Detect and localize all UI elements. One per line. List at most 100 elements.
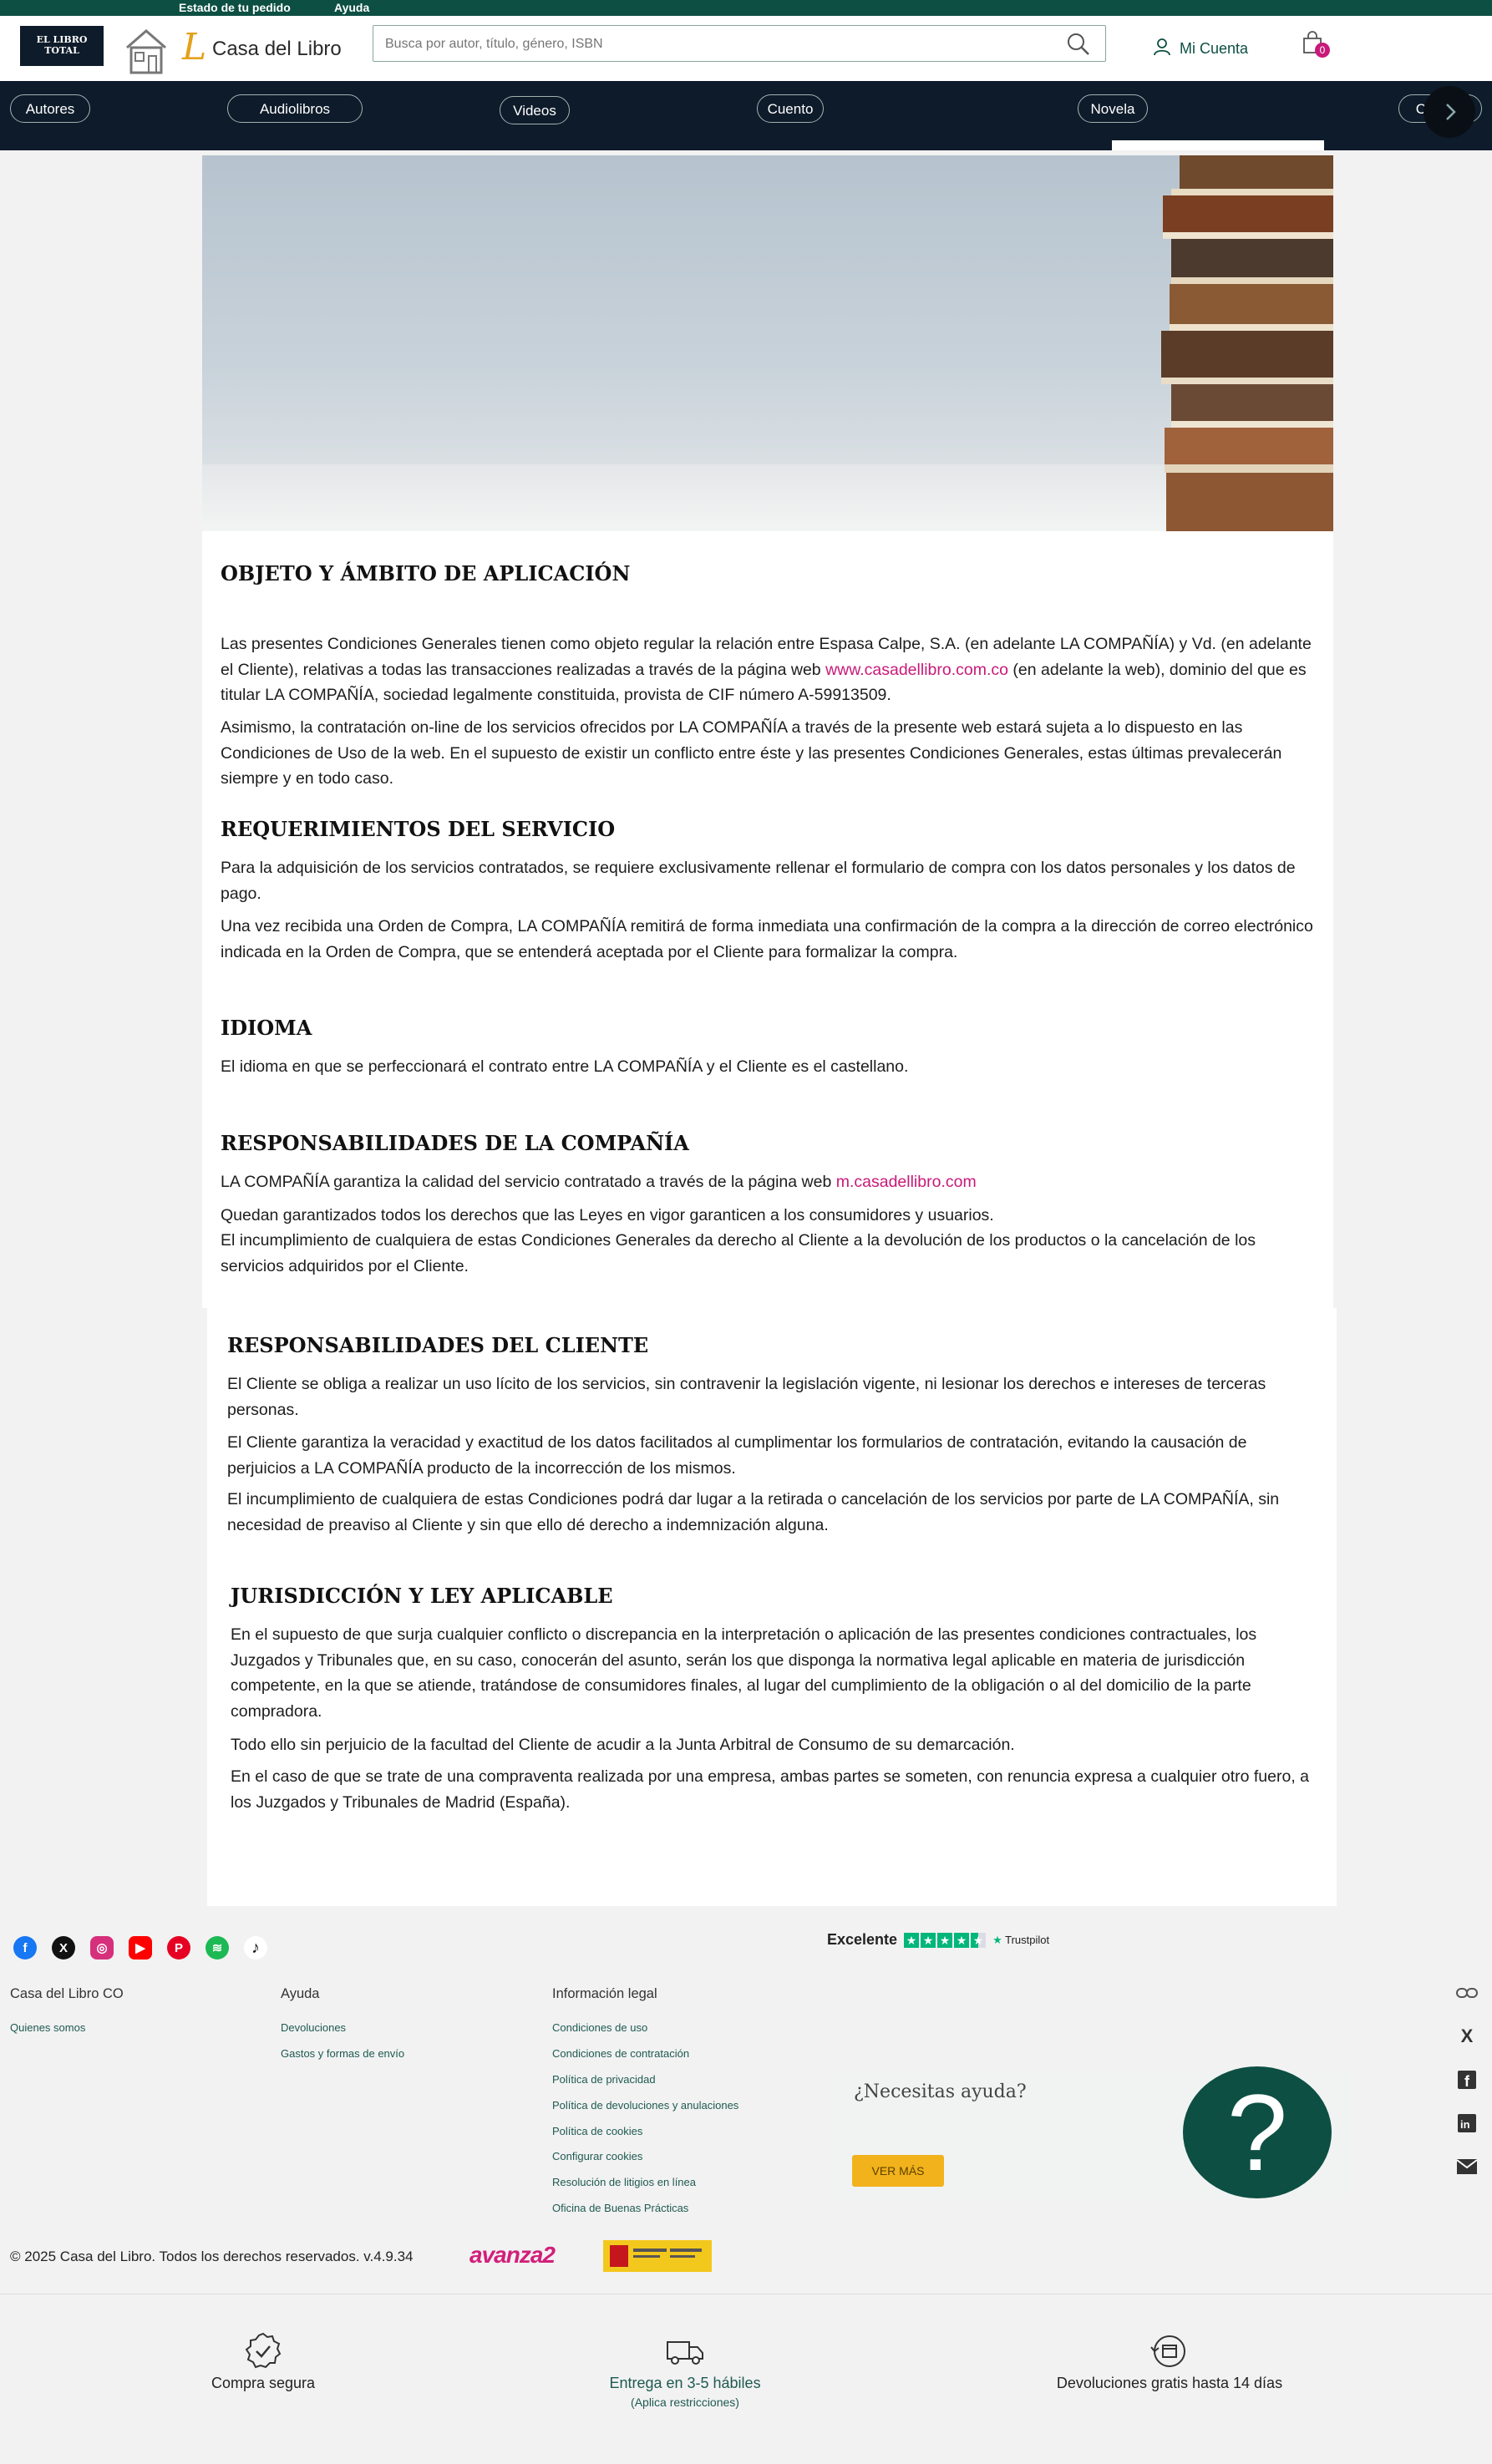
terms-content: OBJETO Y ÁMBITO DE APLICACIÓN Las presen… [202, 531, 1333, 1308]
trustpilot-stars: ★ ★ ★ ★ ★ [904, 1932, 987, 1948]
user-icon [1153, 38, 1171, 60]
help-question: ¿Necesitas ayuda? [854, 2081, 1027, 2102]
header: EL LIBRO TOTAL L Casa del Libro Mi Cuent… [0, 16, 1492, 82]
facebook-share-icon[interactable]: f [1455, 2068, 1479, 2091]
social-links: f X ◎ ▶ P ≋ ♪ [13, 1936, 267, 1960]
youtube-icon[interactable]: ▶ [129, 1936, 152, 1960]
feature-delivery: Entrega en 3-5 hábiles (Aplica restricci… [585, 2332, 785, 2409]
link-icon[interactable] [1455, 1981, 1479, 2005]
order-status-link[interactable]: Estado de tu pedido [179, 1, 291, 14]
compania-paragraph-2: Quedan garantizados todos los derechos q… [221, 1206, 994, 1224]
facebook-icon[interactable]: f [13, 1936, 37, 1960]
section-title-compania: RESPONSABILIDADES DE LA COMPAÑÍA [221, 1131, 689, 1155]
category-nav: Autores Audiolibros Videos Cuento Novela… [0, 81, 1492, 150]
section-title-requerimientos: REQUERIMIENTOS DEL SERVICIO [221, 817, 616, 841]
mobile-site-link[interactable]: m.casadellibro.com [836, 1173, 977, 1191]
objeto-paragraph-2: Asimismo, la contratación on-line de los… [221, 718, 1282, 788]
email-share-icon[interactable] [1455, 2155, 1479, 2178]
footer-link-buenas-practicas[interactable]: Oficina de Buenas Prácticas [552, 2202, 688, 2214]
search-input[interactable] [383, 31, 1055, 58]
requerimientos-paragraph-1: Para la adquisición de los servicios con… [221, 859, 1296, 903]
feature-secure-purchase: Compra segura [192, 2332, 334, 2392]
footer-link-condiciones-contratacion[interactable]: Condiciones de contratación [552, 2047, 689, 2060]
nav-item-cuento[interactable]: Cuento [757, 94, 824, 123]
footer-link-quienes-somos[interactable]: Quienes somos [10, 2021, 85, 2034]
feature-free-returns: Devoluciones gratis hasta 14 días [1044, 2332, 1295, 2392]
jurisdiccion-paragraph-2: Todo ello sin perjuicio de la facultad d… [231, 1736, 1015, 1754]
footer-link-devoluciones[interactable]: Devoluciones [281, 2021, 346, 2034]
brand-name: Casa del Libro [212, 38, 342, 60]
delivery-truck-icon [667, 2341, 703, 2365]
spotify-icon[interactable]: ≋ [206, 1936, 229, 1960]
shield-check-icon [245, 2332, 282, 2369]
nav-item-novela[interactable]: Novela [1078, 94, 1148, 123]
search-icon[interactable] [1067, 33, 1090, 60]
section-title-objeto: OBJETO Y ÁMBITO DE APLICACIÓN [221, 561, 631, 586]
x-share-icon[interactable]: X [1455, 2025, 1479, 2048]
help-question-icon[interactable]: ? [1183, 2066, 1332, 2198]
terms-content-2: RESPONSABILIDADES DEL CLIENTE El Cliente… [207, 1308, 1337, 1906]
footer-col-title-ayuda: Ayuda [281, 1986, 320, 2001]
compania-paragraph-1: LA COMPAÑÍA garantiza la calidad del ser… [221, 1173, 977, 1191]
jurisdiccion-paragraph-1: En el supuesto de que surja cualquier co… [231, 1625, 1257, 1721]
footer-link-condiciones-uso[interactable]: Condiciones de uso [552, 2021, 647, 2034]
books-stack-image [1161, 155, 1333, 531]
tiktok-icon[interactable]: ♪ [244, 1936, 267, 1960]
requerimientos-paragraph-2: Una vez recibida una Orden de Compra, LA… [221, 917, 1313, 961]
cliente-paragraph-2: El Cliente garantiza la veracidad y exac… [227, 1433, 1247, 1478]
brand-mark: L [182, 26, 207, 68]
partner-logo[interactable]: EL LIBRO TOTAL [20, 26, 104, 66]
copyright-text: © 2025 Casa del Libro. Todos los derecho… [10, 2249, 414, 2264]
cliente-paragraph-3: El incumplimiento de cualquiera de estas… [227, 1490, 1280, 1534]
search-bar [373, 25, 1106, 62]
footer-col-title-company: Casa del Libro CO [10, 1986, 124, 2001]
cart-count-badge: 0 [1315, 43, 1330, 58]
trustpilot-logo: ★ Trustpilot [992, 1933, 1050, 1946]
svg-text:in: in [1460, 2118, 1470, 2131]
section-title-cliente: RESPONSABILIDADES DEL CLIENTE [227, 1333, 649, 1357]
feature-delivery-label: Entrega en 3-5 hábiles [609, 2375, 761, 2391]
footer-link-cookies[interactable]: Política de cookies [552, 2125, 642, 2137]
avanza-logo: avanza2 [469, 2242, 556, 2268]
section-title-jurisdiccion: JURISDICCIÓN Y LEY APLICABLE [231, 1584, 613, 1608]
house-icon [124, 26, 169, 76]
x-icon[interactable]: X [52, 1936, 75, 1960]
feature-returns-label: Devoluciones gratis hasta 14 días [1056, 2375, 1283, 2391]
compania-paragraph-3: El incumplimiento de cualquiera de estas… [221, 1231, 1256, 1275]
section-title-idioma: IDIOMA [221, 1016, 312, 1040]
footer-link-devoluciones-anulaciones[interactable]: Política de devoluciones y anulaciones [552, 2099, 738, 2112]
trustpilot-rating-label: Excelente [827, 1931, 898, 1948]
nav-item-videos[interactable]: Videos [500, 96, 570, 124]
nav-active-indicator [1112, 140, 1324, 150]
footer-link-configurar-cookies[interactable]: Configurar cookies [552, 2150, 642, 2162]
account-label: Mi Cuenta [1180, 39, 1249, 57]
trustpilot-widget[interactable]: Excelente ★ ★ ★ ★ ★ ★ Trustpilot [827, 1931, 1049, 1949]
hero-banner [202, 155, 1333, 531]
nav-item-audiolibros[interactable]: Audiolibros [227, 94, 363, 123]
idioma-paragraph: El idioma en que se perfeccionará el con… [221, 1057, 909, 1076]
linkedin-share-icon[interactable]: in [1455, 2112, 1479, 2135]
feature-secure-label: Compra segura [211, 2375, 316, 2391]
nav-item-autores[interactable]: Autores [10, 94, 90, 123]
feature-delivery-sub: (Aplica restricciones) [631, 2396, 739, 2409]
footer-link-litigios[interactable]: Resolución de litigios en línea [552, 2176, 696, 2188]
pinterest-icon[interactable]: P [167, 1936, 190, 1960]
account-link[interactable]: Mi Cuenta [1153, 33, 1248, 63]
top-strip: Estado de tu pedido Ayuda [0, 0, 1492, 16]
cart-button[interactable]: 0 [1302, 31, 1332, 61]
footer-link-privacidad[interactable]: Política de privacidad [552, 2073, 656, 2086]
help-more-button[interactable]: VER MÁS [852, 2155, 944, 2187]
footer-link-gastos-envio[interactable]: Gastos y formas de envío [281, 2047, 404, 2060]
objeto-paragraph-1: Las presentes Condiciones Generales tien… [221, 635, 1312, 704]
chevron-right-icon [1446, 104, 1456, 120]
help-link[interactable]: Ayuda [334, 1, 369, 14]
casadellibro-link[interactable]: www.casadellibro.com.co [825, 661, 1008, 679]
footer-col-title-legal: Información legal [552, 1986, 657, 2001]
jurisdiccion-paragraph-3: En el caso de que se trate de una compra… [231, 1767, 1310, 1812]
cliente-paragraph-1: El Cliente se obliga a realizar un uso l… [227, 1375, 1266, 1419]
instagram-icon[interactable]: ◎ [90, 1936, 114, 1960]
svg-text:f: f [1464, 2073, 1470, 2090]
spanish-government-logo [603, 2240, 712, 2272]
nav-next-button[interactable] [1423, 86, 1475, 138]
return-box-icon [1150, 2335, 1185, 2367]
